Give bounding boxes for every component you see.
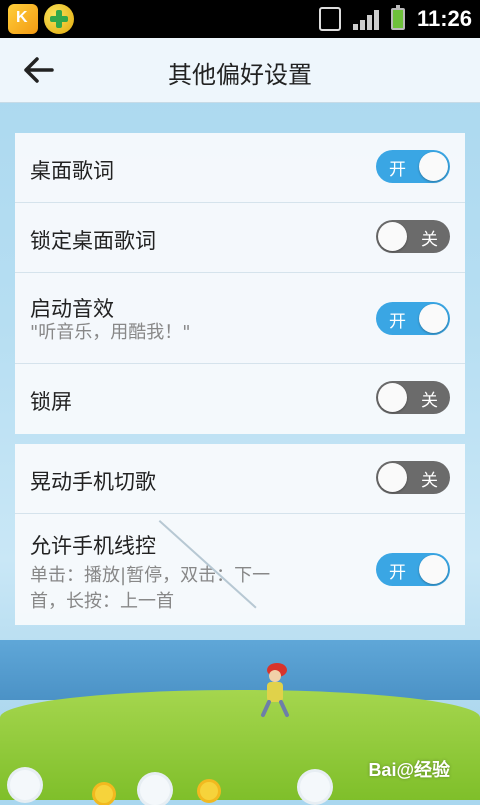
startup-sound-toggle[interactable]: 开: [376, 302, 450, 335]
kuwo-app-icon: K: [8, 4, 38, 34]
toggle-state-label: 开: [389, 563, 406, 583]
setting-label: 晃动手机切歌: [30, 470, 156, 494]
toggle-state-label: 关: [421, 471, 438, 491]
setting-description-line-2: 首，长按：上一首: [30, 591, 174, 612]
child-illustration: [255, 660, 295, 720]
signal-icon: [352, 8, 379, 30]
setting-label: 锁屏: [30, 390, 72, 414]
toggle-state-label: 开: [389, 160, 406, 180]
notification-icons: K: [8, 4, 74, 34]
setting-description: "听音乐，用酷我！": [30, 322, 191, 343]
setting-row-startup-sound: 启动音效 "听音乐，用酷我！" 开: [15, 273, 465, 364]
toggle-knob: [419, 152, 448, 181]
flower-decoration: [200, 782, 218, 800]
settings-group-2: 晃动手机切歌 关 允许手机线控 单击：播放|暂停，双击：下一 首，长按：上一首 …: [15, 444, 465, 625]
lock-screen-toggle[interactable]: 关: [376, 381, 450, 414]
header: 其他偏好设置: [0, 38, 480, 103]
battery-icon: [390, 5, 405, 30]
setting-label: 锁定桌面歌词: [30, 229, 156, 253]
page-title: 其他偏好设置: [168, 61, 312, 89]
setting-row-wire-control: 允许手机线控 单击：播放|暂停，双击：下一 首，长按：上一首 开: [15, 514, 465, 625]
lock-desktop-lyrics-toggle[interactable]: 关: [376, 220, 450, 253]
setting-row-lock-screen: 锁屏 关: [15, 364, 465, 434]
baidu-watermark: Bai@经验: [368, 760, 450, 780]
toggle-knob: [419, 555, 448, 584]
setting-row-shake-switch: 晃动手机切歌 关: [15, 444, 465, 514]
toggle-state-label: 关: [421, 391, 438, 411]
security-app-icon: [44, 4, 74, 34]
wire-control-toggle[interactable]: 开: [376, 553, 450, 586]
status-bar: K 11:26: [0, 0, 480, 38]
flower-decoration: [300, 772, 330, 802]
flower-decoration: [140, 775, 170, 805]
toggle-state-label: 开: [389, 312, 406, 332]
setting-row-desktop-lyrics: 桌面歌词 开: [15, 133, 465, 203]
flower-decoration: [95, 785, 113, 803]
settings-group-1: 桌面歌词 开 锁定桌面歌词 关 启动音效 "听音乐，用酷我！" 开 锁屏 关: [15, 133, 465, 434]
clock: 11:26: [416, 6, 472, 31]
toggle-knob: [378, 222, 407, 251]
toggle-knob: [378, 383, 407, 412]
setting-label: 允许手机线控: [30, 534, 156, 558]
toggle-knob: [419, 304, 448, 333]
toggle-state-label: 关: [421, 230, 438, 250]
setting-label: 桌面歌词: [30, 159, 114, 183]
grass-background: [0, 690, 480, 800]
setting-row-lock-desktop-lyrics: 锁定桌面歌词 关: [15, 203, 465, 273]
flower-decoration: [10, 770, 40, 800]
toggle-knob: [378, 463, 407, 492]
system-icons: 11:26: [318, 2, 472, 36]
desktop-lyrics-toggle[interactable]: 开: [376, 150, 450, 183]
shake-switch-toggle[interactable]: 关: [376, 461, 450, 494]
vibrate-icon: [318, 7, 341, 31]
